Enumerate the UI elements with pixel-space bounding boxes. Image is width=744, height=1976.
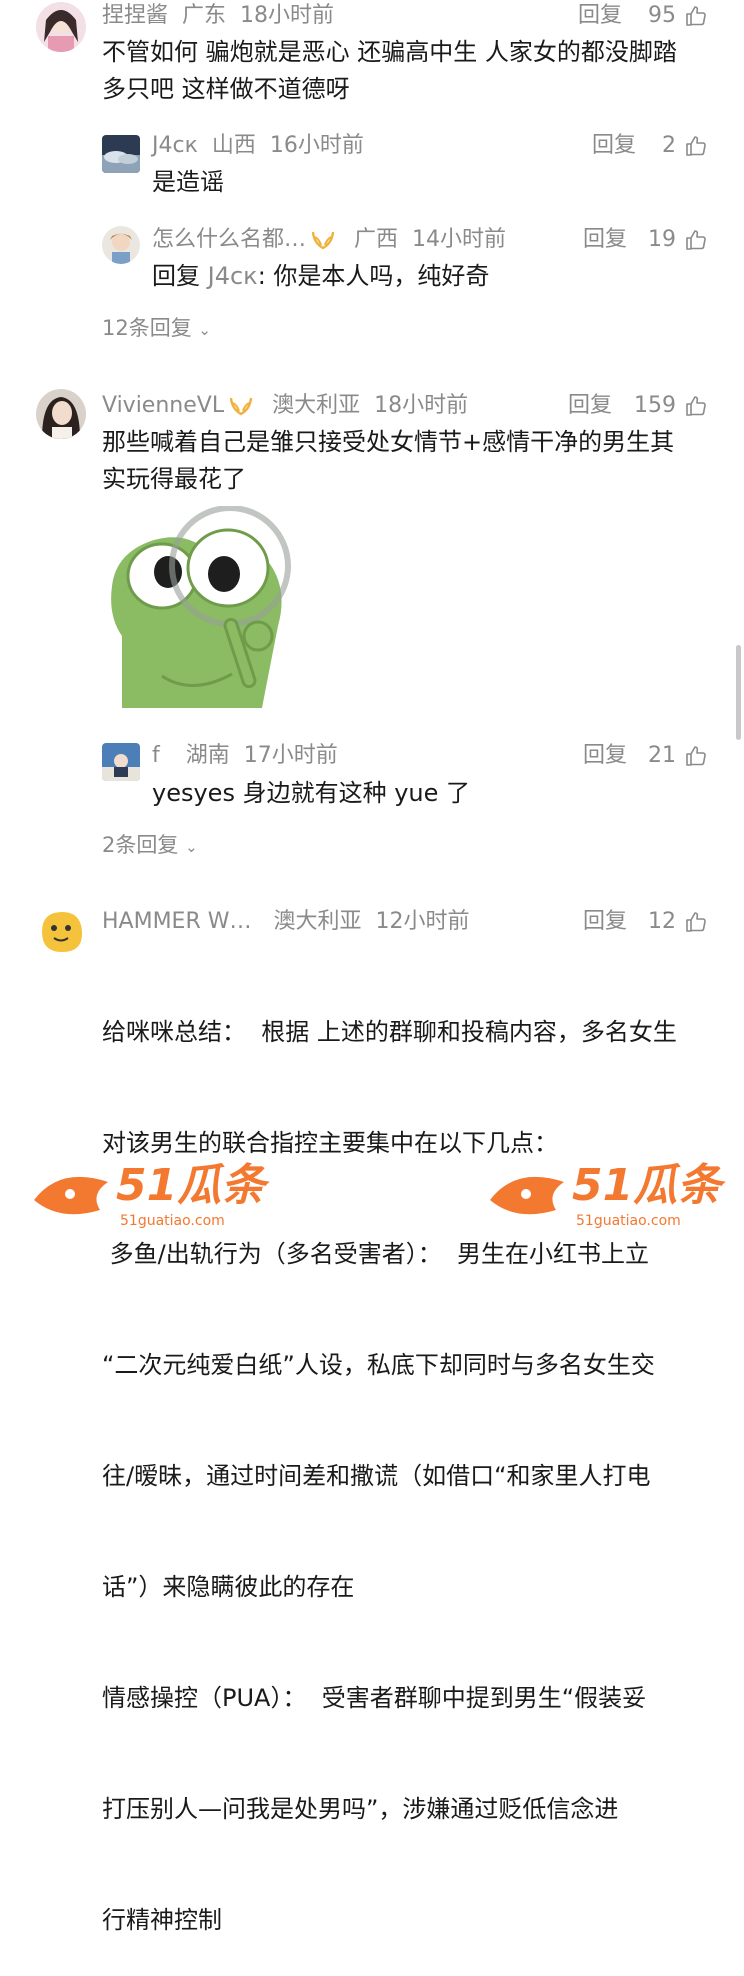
watermark-url: 51guatiao.com xyxy=(576,1213,681,1229)
text-line: 多只吧 这样做不道德呀 xyxy=(102,75,350,103)
avatar[interactable] xyxy=(102,135,140,173)
expand-replies-button[interactable]: 2条回复 ⌄ xyxy=(102,830,198,862)
reply-button[interactable]: 回复 xyxy=(592,131,636,161)
thumbs-up-icon[interactable] xyxy=(684,4,708,28)
username[interactable]: f xyxy=(152,743,160,768)
avatar[interactable] xyxy=(36,2,86,52)
comment-page: { "comments": [ { "user": "捏捏酱", "locati… xyxy=(0,0,744,1934)
expand-replies-button[interactable]: 12条回复 ⌄ xyxy=(102,313,211,345)
text-line: 行精神控制 xyxy=(102,1906,222,1934)
reply-button[interactable]: 回复 xyxy=(583,907,627,937)
text-line: 实玩得最花了 xyxy=(102,465,246,493)
location: 澳大利亚 xyxy=(272,393,361,418)
timestamp: 18小时前 xyxy=(240,3,335,28)
thumbs-up-icon[interactable] xyxy=(684,134,708,158)
reply-button[interactable]: 回复 xyxy=(568,391,612,421)
like-count: 12 xyxy=(648,909,676,934)
timestamp: 14小时前 xyxy=(412,227,507,252)
text-line: “二次元纯爱白纸”人设，私底下却同时与多名女生交 xyxy=(102,1351,655,1379)
laurel-badge-icon xyxy=(229,397,253,416)
location: 山西 xyxy=(211,133,256,158)
text-line: 给咪咪总结： 根据 上述的群聊和投稿内容，多名女生 xyxy=(102,1018,677,1046)
watermark-text: 51瓜条 xyxy=(116,1160,266,1211)
username[interactable]: 怎么什么名都… xyxy=(152,227,306,252)
like-count: 159 xyxy=(634,393,676,418)
avatar[interactable] xyxy=(102,743,140,781)
timestamp: 17小时前 xyxy=(243,743,338,768)
reply-meta: 怎么什么名都… 广西 14小时前 xyxy=(152,225,506,255)
chevron-down-icon: ⌄ xyxy=(198,321,211,339)
username[interactable]: 捏捏酱 xyxy=(102,3,168,28)
like-count: 21 xyxy=(648,743,676,768)
username[interactable]: HAMMER W… xyxy=(102,909,252,934)
username[interactable]: J4ск xyxy=(152,133,198,158)
reply-text: 是造谣 xyxy=(152,168,224,196)
thumbs-up-icon[interactable] xyxy=(684,394,708,418)
location: 湖南 xyxy=(185,743,230,768)
comment-meta: VivienneVL 澳大利亚 18小时前 xyxy=(102,391,468,421)
watermark-text: 51瓜条 xyxy=(572,1160,722,1211)
timestamp: 16小时前 xyxy=(269,133,364,158)
watermark-url: 51guatiao.com xyxy=(120,1213,225,1229)
username[interactable]: VivienneVL xyxy=(102,393,224,418)
text-line: 打压别人—问我是处男吗”，涉嫌通过贬低信念进 xyxy=(102,1795,619,1823)
like-count: 2 xyxy=(662,133,676,158)
location: 广东 xyxy=(182,3,227,28)
timestamp: 18小时前 xyxy=(374,393,469,418)
reply-text: 回复 J4ск: 你是本人吗，纯好奇 xyxy=(152,258,489,295)
watermark-right: 51瓜条 51guatiao.com xyxy=(486,1160,726,1232)
reply-text: yesyes 身边就有这种 yue 了 xyxy=(152,779,471,807)
thumbs-up-icon[interactable] xyxy=(684,910,708,934)
thumbs-up-icon[interactable] xyxy=(684,228,708,252)
text-line: 对该男生的联合指控主要集中在以下几点： xyxy=(102,1129,558,1157)
comment-text: 给咪咪总结： 根据 上述的群聊和投稿内容，多名女生 对该男生的联合指控主要集中在… xyxy=(102,940,722,1976)
reply-button[interactable]: 回复 xyxy=(578,1,622,31)
reply-button[interactable]: 回复 xyxy=(583,741,627,771)
text-line: 不管如何 骗炮就是恶心 还骗高中生 人家女的都没脚踏 xyxy=(102,38,677,66)
like-count: 95 xyxy=(648,3,676,28)
avatar[interactable] xyxy=(102,226,140,264)
comment-text: 不管如何 骗炮就是恶心 还骗高中生 人家女的都没脚踏 多只吧 这样做不道德呀 xyxy=(102,34,677,108)
reply-mention[interactable]: J4ск xyxy=(208,262,258,290)
thumbs-up-icon[interactable] xyxy=(684,744,708,768)
watermark-left: 51瓜条 51guatiao.com xyxy=(30,1160,270,1232)
timestamp: 12小时前 xyxy=(375,909,470,934)
text-line: 多鱼/出轨行为（多名受害者）： 男生在小红书上立 xyxy=(102,1240,649,1268)
laurel-badge-icon xyxy=(311,231,335,250)
reply-meta: J4ск 山西 16小时前 xyxy=(152,131,364,161)
text-line: 情感操控（PUA）： 受害者群聊中提到男生“假装妥 xyxy=(102,1684,647,1712)
reply-button[interactable]: 回复 xyxy=(583,225,627,255)
text-line: 那些喊着自己是雏只接受处女情节+感情干净的男生其 xyxy=(102,428,675,456)
avatar[interactable] xyxy=(36,906,86,956)
location: 澳大利亚 xyxy=(273,909,362,934)
comment-meta: HAMMER W… 澳大利亚 12小时前 xyxy=(102,907,470,937)
avatar[interactable] xyxy=(36,389,86,439)
like-count: 19 xyxy=(648,227,676,252)
comment-meta: 捏捏酱 广东 18小时前 xyxy=(102,1,334,31)
text-line: 话”）来隐瞒彼此的存在 xyxy=(102,1573,355,1601)
comment-text: 那些喊着自己是雏只接受处女情节+感情干净的男生其 实玩得最花了 xyxy=(102,424,674,498)
reply-body: : 你是本人吗，纯好奇 xyxy=(257,262,490,290)
frog-magnifier-sticker[interactable] xyxy=(102,506,304,708)
location: 广西 xyxy=(354,227,399,252)
chevron-down-icon: ⌄ xyxy=(185,838,198,856)
reply-prefix: 回复 xyxy=(152,262,208,290)
scrollbar[interactable] xyxy=(736,645,741,740)
reply-meta: f 湖南 17小时前 xyxy=(152,741,338,771)
text-line: 往/暧昧，通过时间差和撒谎（如借口“和家里人打电 xyxy=(102,1462,651,1490)
